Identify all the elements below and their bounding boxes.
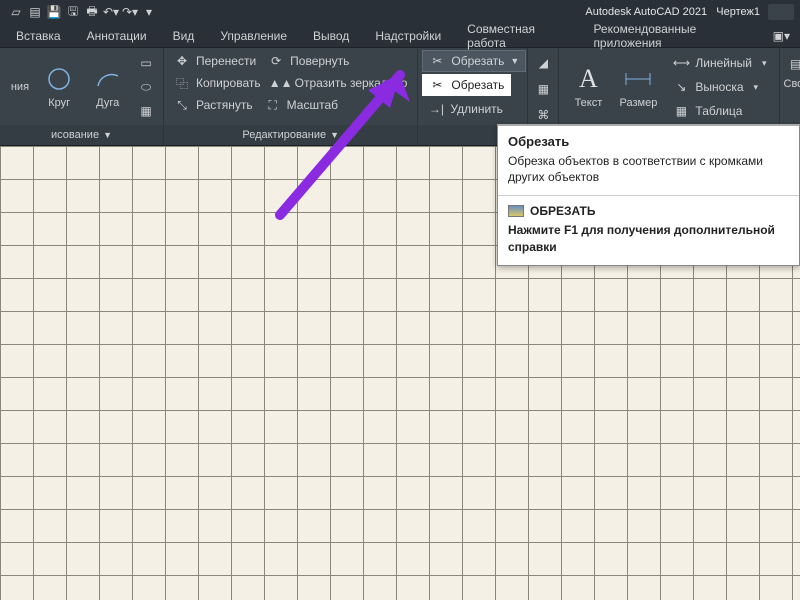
scale-icon: ⛶ <box>265 97 281 113</box>
linear-dim-button[interactable]: ⟷Линейный▾ <box>667 52 772 74</box>
qat-redo-icon[interactable]: ↷▾ <box>122 4 138 20</box>
chevron-down-icon: ▼ <box>330 130 339 140</box>
fillet-button[interactable]: ◢ <box>532 52 554 74</box>
leader-icon: ↘ <box>673 79 689 95</box>
circle-icon <box>45 65 73 93</box>
leader-button[interactable]: ↘Выноска▾ <box>667 76 772 98</box>
qat-save-icon[interactable]: 💾 <box>46 4 62 20</box>
text-icon: A <box>574 65 602 93</box>
qat-saveas-icon[interactable]: 🖫 <box>65 4 81 20</box>
line-label: ния <box>11 81 29 93</box>
dropdown-icon[interactable]: ▼ <box>510 56 519 66</box>
doc-name: Чертеж1 <box>716 6 760 18</box>
tab-featured-apps[interactable]: Рекомендованные приложения <box>581 24 764 47</box>
line-button[interactable]: ния <box>6 52 34 122</box>
titlebar-search[interactable] <box>768 4 794 20</box>
properties-label: Свойства <box>784 78 800 90</box>
tab-collaborate[interactable]: Совместная работа <box>455 24 579 47</box>
tab-insert[interactable]: Вставка <box>4 24 73 47</box>
stretch-icon: ⤡ <box>174 97 190 113</box>
mirror-icon: ▲▲ <box>273 75 289 91</box>
layer-icon[interactable]: ▤ <box>784 52 800 76</box>
tab-output[interactable]: Вывод <box>301 24 361 47</box>
panel-draw-title[interactable]: исование▼ <box>0 125 163 145</box>
extend-button[interactable]: →| Удлинить <box>422 98 508 120</box>
mirror-button[interactable]: ▲▲Отразить зеркально <box>267 72 414 94</box>
tab-overflow-icon[interactable]: ▣▾ <box>767 24 796 47</box>
app-title: Autodesk AutoCAD 2021 Чертеж1 <box>585 6 760 18</box>
copy-icon: ⿻ <box>174 75 190 91</box>
linear-icon: ⟷ <box>673 55 689 71</box>
arc-button[interactable]: Дуга <box>84 52 131 122</box>
rotate-icon: ⟳ <box>268 53 284 69</box>
ribbon-tabs: Вставка Аннотации Вид Управление Вывод Н… <box>0 24 800 48</box>
qat-new-icon[interactable]: ▱ <box>8 4 24 20</box>
tab-annotations[interactable]: Аннотации <box>75 24 159 47</box>
table-button[interactable]: ▦Таблица <box>667 100 772 122</box>
titlebar: ▱ ▤ 💾 🖫 🖶 ↶▾ ↷▾ ▾ Autodesk AutoCAD 2021 … <box>0 0 800 24</box>
qat-open-icon[interactable]: ▤ <box>27 4 43 20</box>
tooltip-trim: Обрезать Обрезка объектов в соответствии… <box>497 124 800 266</box>
tooltip-title: Обрезать <box>498 126 799 153</box>
circle-button[interactable]: Круг <box>36 52 83 122</box>
trim-icon: ✂ <box>429 53 445 69</box>
stretch-button[interactable]: ⤡Растянуть <box>168 94 259 116</box>
arc-icon <box>94 65 122 93</box>
scissors-icon: ✂ <box>429 77 445 93</box>
move-icon: ✥ <box>174 53 190 69</box>
copy-button[interactable]: ⿻Копировать <box>168 72 267 94</box>
app-name: Autodesk AutoCAD 2021 <box>585 6 707 18</box>
tooltip-help: Нажмите F1 для получения дополнительной … <box>498 220 799 264</box>
extend-icon: →| <box>428 101 444 117</box>
panel-draw: ния Круг Дуга ▭ ⬭ ▦ исование▼ <box>0 48 164 145</box>
tab-manage[interactable]: Управление <box>208 24 299 47</box>
qat-print-icon[interactable]: 🖶 <box>84 4 100 20</box>
trim-button[interactable]: ✂ Обрезать ▼ <box>422 50 526 72</box>
qat-undo-icon[interactable]: ↶▾ <box>103 4 119 20</box>
rotate-button[interactable]: ⟳Повернуть <box>262 50 355 72</box>
trim-flyout-item[interactable]: ✂ Обрезать <box>422 74 511 96</box>
panel-modify-title[interactable]: Редактирование▼ <box>164 125 417 145</box>
tooltip-description: Обрезка объектов в соответствии с кромка… <box>498 153 799 195</box>
scale-button[interactable]: ⛶Масштаб <box>259 94 344 116</box>
panel-modify: ✥Перенести ⟳Повернуть ⿻Копировать ▲▲Отра… <box>164 48 418 145</box>
dimension-icon <box>624 65 652 93</box>
dimension-button[interactable]: Размер <box>613 52 663 122</box>
rect-button[interactable]: ▭ <box>135 52 157 74</box>
tab-view[interactable]: Вид <box>161 24 207 47</box>
tab-addins[interactable]: Надстройки <box>363 24 453 47</box>
offset-button[interactable]: ⌘ <box>532 104 554 126</box>
table-icon: ▦ <box>673 103 689 119</box>
hatch-button[interactable]: ▦ <box>135 100 157 122</box>
tooltip-command: ОБРЕЗАТЬ <box>498 196 799 220</box>
chevron-down-icon: ▼ <box>103 130 112 140</box>
circle-label: Круг <box>48 97 70 109</box>
quick-access-toolbar: ▱ ▤ 💾 🖫 🖶 ↶▾ ↷▾ ▾ <box>8 4 157 20</box>
qat-dropdown-icon[interactable]: ▾ <box>141 4 157 20</box>
arc-label: Дуга <box>96 97 119 109</box>
array-button[interactable]: ▦ <box>532 78 554 100</box>
move-button[interactable]: ✥Перенести <box>168 50 262 72</box>
ellipse-button[interactable]: ⬭ <box>135 76 157 98</box>
text-button[interactable]: A Текст <box>565 52 611 122</box>
command-icon <box>508 205 524 217</box>
